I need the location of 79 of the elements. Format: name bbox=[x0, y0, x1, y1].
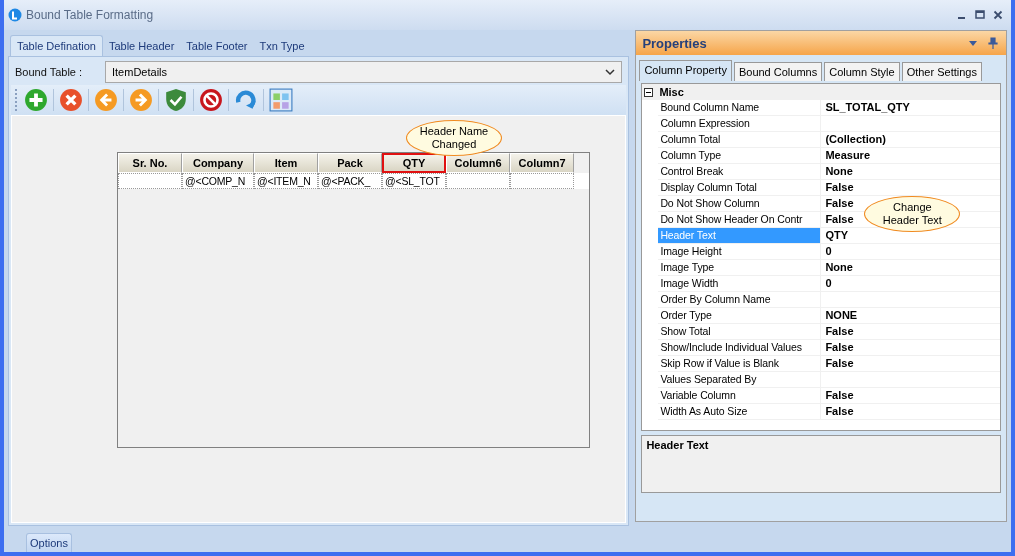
property-name[interactable]: Skip Row if Value is Blank bbox=[658, 356, 822, 371]
close-icon[interactable] bbox=[993, 10, 1003, 20]
tab[interactable]: Table Footer bbox=[180, 36, 254, 56]
table-cell: @<SL_TOT bbox=[382, 173, 446, 189]
table-cell bbox=[510, 173, 574, 189]
property-name[interactable]: Values Separated By bbox=[658, 372, 822, 387]
tab[interactable]: Table Header bbox=[102, 36, 181, 56]
tab[interactable]: Column Property bbox=[639, 60, 732, 81]
property-name[interactable]: Column Type bbox=[658, 148, 822, 163]
tab[interactable]: Bound Columns bbox=[733, 62, 823, 81]
property-value: QTY bbox=[825, 229, 848, 241]
callout: Header Name Changed bbox=[406, 120, 502, 156]
tab[interactable]: Table Defination bbox=[10, 35, 103, 56]
property-value: 0 bbox=[825, 245, 832, 257]
property-name[interactable]: Image Height bbox=[658, 244, 822, 259]
table-cell bbox=[446, 173, 510, 189]
property-name[interactable]: Image Type bbox=[658, 260, 822, 275]
property-value: Measure bbox=[825, 149, 870, 161]
property-value: SL_TOTAL_QTY bbox=[825, 101, 910, 113]
property-name[interactable]: Show/Include Individual Values bbox=[658, 340, 822, 355]
shield-check-icon[interactable] bbox=[164, 88, 188, 112]
property-value: NONE bbox=[825, 309, 858, 321]
dropdown-caret-icon[interactable] bbox=[968, 39, 978, 47]
collapse-icon[interactable] bbox=[644, 87, 654, 97]
table-cell: @<ITEM_N bbox=[254, 173, 318, 189]
stop-icon[interactable] bbox=[199, 88, 223, 112]
property-name[interactable]: Order Type bbox=[658, 308, 822, 323]
column-header[interactable]: Company bbox=[182, 153, 254, 173]
table-cell bbox=[118, 173, 182, 189]
column-header[interactable]: Sr. No. bbox=[118, 153, 182, 173]
property-name[interactable]: Do Not Show Header On Contr bbox=[658, 212, 822, 227]
property-name[interactable]: Bound Column Name bbox=[658, 100, 822, 115]
property-name[interactable]: Order By Column Name bbox=[658, 292, 822, 307]
table-cell: @<PACK_ bbox=[318, 173, 382, 189]
property-name[interactable]: Image Width bbox=[658, 276, 822, 291]
window-title: Bound Table Formatting bbox=[26, 8, 154, 22]
column-header[interactable]: Item bbox=[254, 153, 318, 173]
options-tab[interactable]: Options bbox=[26, 533, 72, 552]
column-header[interactable]: Column7 bbox=[510, 153, 574, 173]
maximize-icon[interactable] bbox=[975, 10, 985, 20]
tab[interactable]: Column Style bbox=[824, 62, 900, 81]
callout: Change Header Text bbox=[864, 196, 961, 232]
column-header[interactable]: QTY bbox=[382, 153, 446, 173]
property-value: False bbox=[825, 405, 854, 417]
property-value: False bbox=[825, 357, 854, 369]
tab[interactable]: Txn Type bbox=[253, 36, 311, 56]
property-value: False bbox=[825, 325, 854, 337]
app-logo-icon bbox=[8, 8, 22, 22]
add-icon[interactable] bbox=[24, 88, 48, 112]
table-cell: @<COMP_N bbox=[182, 173, 254, 189]
property-name[interactable]: Do Not Show Column bbox=[658, 196, 822, 211]
property-name[interactable]: Variable Column bbox=[658, 388, 822, 403]
property-value: None bbox=[825, 165, 853, 177]
tab[interactable]: Other Settings bbox=[901, 62, 982, 81]
bound-table-label: Bound Table : bbox=[15, 66, 84, 78]
property-name[interactable]: Control Break bbox=[658, 164, 822, 179]
dropdown-caret-icon bbox=[605, 68, 616, 76]
delete-icon[interactable] bbox=[59, 88, 83, 112]
property-value: 0 bbox=[825, 277, 832, 289]
property-name[interactable]: Column Expression bbox=[658, 116, 822, 131]
property-value: False bbox=[825, 389, 854, 401]
bound-table-dropdown[interactable]: ItemDetails bbox=[105, 61, 623, 83]
property-name[interactable]: Display Column Total bbox=[658, 180, 822, 195]
panel-title: Properties bbox=[642, 35, 707, 51]
property-value: (Collection) bbox=[825, 133, 886, 145]
pin-icon[interactable] bbox=[988, 37, 998, 49]
property-value: False bbox=[825, 341, 854, 353]
column-header[interactable]: Column6 bbox=[446, 153, 510, 173]
refresh-icon[interactable] bbox=[234, 88, 258, 112]
property-name[interactable]: Column Total bbox=[658, 132, 822, 147]
property-value: False bbox=[825, 181, 854, 193]
property-name[interactable]: Width As Auto Size bbox=[658, 404, 822, 419]
description-title: Header Text bbox=[646, 439, 709, 451]
property-name[interactable]: Show Total bbox=[658, 324, 822, 339]
column-header[interactable]: Pack bbox=[318, 153, 382, 173]
property-value: False bbox=[825, 197, 854, 209]
property-value: False bbox=[825, 213, 854, 225]
property-value: None bbox=[825, 261, 853, 273]
category-label: Misc bbox=[659, 86, 684, 98]
